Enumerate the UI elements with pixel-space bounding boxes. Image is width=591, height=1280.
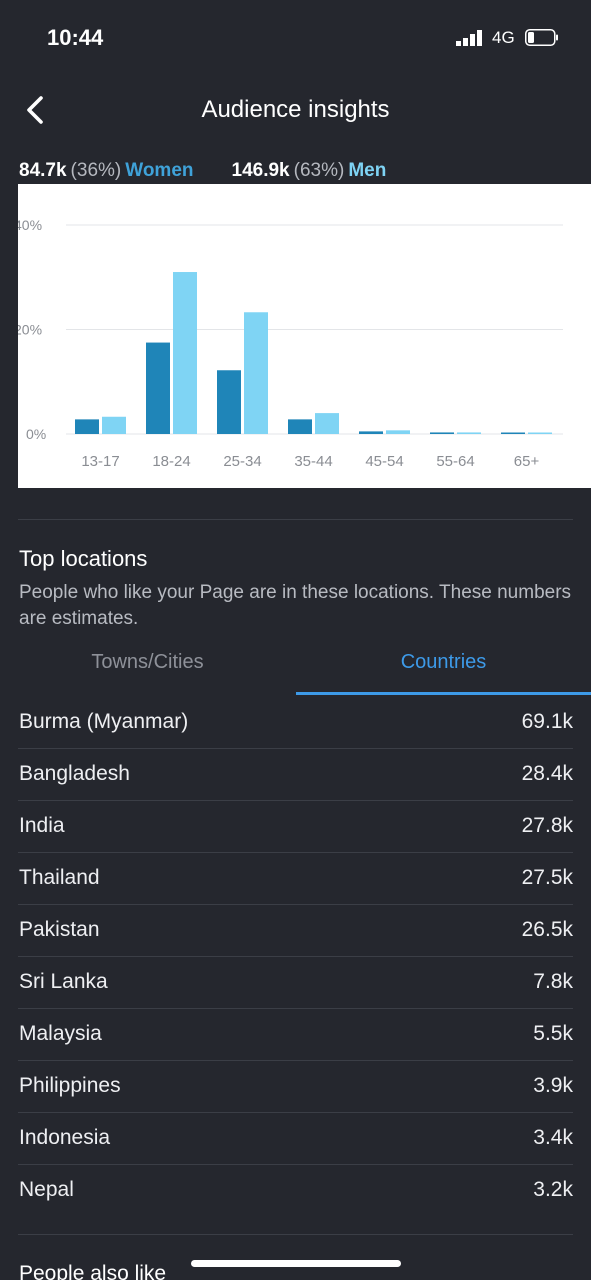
home-indicator[interactable] — [191, 1260, 401, 1267]
location-name: Nepal — [19, 1178, 74, 1201]
location-value: 3.2k — [533, 1178, 573, 1201]
bar-men-18-24 — [173, 272, 197, 434]
location-list: Burma (Myanmar) 69.1k Bangladesh 28.4k Ind… — [18, 697, 573, 1235]
y-tick-label: 20% — [18, 322, 42, 338]
location-value: 3.9k — [533, 1074, 573, 1097]
tab-countries[interactable]: Countries — [296, 640, 591, 697]
bar-men-45-54 — [386, 430, 410, 434]
location-row: Malaysia 5.5k — [18, 1009, 573, 1061]
women-percent: (36%) — [70, 160, 122, 181]
location-name: Burma (Myanmar) — [19, 710, 189, 733]
location-row: India 27.8k — [18, 801, 573, 853]
page-title: Audience insights — [201, 96, 390, 123]
location-tabs: Towns/Cities Countries — [0, 640, 591, 697]
x-tick-label: 45-54 — [365, 453, 403, 470]
bar-women-18-24 — [146, 342, 170, 434]
location-value: 28.4k — [521, 762, 573, 785]
people-also-like-title: People also like — [19, 1262, 167, 1280]
location-name: Pakistan — [19, 918, 100, 941]
location-value: 26.5k — [521, 918, 573, 941]
location-value: 27.8k — [521, 814, 573, 837]
signal-icon — [456, 30, 482, 46]
location-name: India — [19, 814, 65, 837]
location-row: Pakistan 26.5k — [18, 905, 573, 957]
location-value: 5.5k — [533, 1022, 573, 1045]
x-tick-label: 18-24 — [152, 453, 190, 470]
gender-summary: 84.7k (36%) Women 146.9k (63%) Men — [19, 160, 390, 184]
network-type: 4G — [492, 28, 515, 47]
x-tick-label: 65+ — [514, 453, 540, 470]
status-bar: 10:44 4G — [0, 0, 591, 76]
location-value: 69.1k — [521, 710, 573, 733]
location-name: Sri Lanka — [19, 970, 108, 993]
bar-men-55-64 — [457, 432, 481, 434]
section-divider — [18, 519, 573, 520]
bar-women-35-44 — [288, 419, 312, 434]
location-name: Bangladesh — [19, 762, 130, 785]
women-label: Women — [125, 160, 194, 181]
bar-men-13-17 — [102, 416, 126, 434]
location-value: 27.5k — [521, 866, 573, 889]
section-title: Top locations — [19, 546, 148, 571]
bar-women-45-54 — [359, 431, 383, 434]
location-row: Sri Lanka 7.8k — [18, 957, 573, 1009]
bar-men-65+ — [528, 432, 552, 434]
x-tick-label: 13-17 — [81, 453, 119, 470]
bar-women-65+ — [501, 432, 525, 434]
location-row: Bangladesh 28.4k — [18, 749, 573, 801]
men-label: Men — [348, 160, 387, 181]
x-tick-label: 25-34 — [223, 453, 261, 470]
location-value: 7.8k — [533, 970, 573, 993]
tab-towns-cities[interactable]: Towns/Cities — [0, 640, 295, 697]
bar-women-13-17 — [75, 419, 99, 434]
location-row: Philippines 3.9k — [18, 1061, 573, 1113]
bar-men-35-44 — [315, 413, 339, 434]
location-name: Philippines — [19, 1074, 121, 1097]
location-row: Indonesia 3.4k — [18, 1113, 573, 1165]
y-tick-label: 0% — [26, 426, 46, 442]
x-tick-label: 55-64 — [436, 453, 474, 470]
bar-men-25-34 — [244, 312, 268, 434]
men-percent: (63%) — [293, 160, 345, 181]
section-description: People who like your Page are in these l… — [19, 582, 572, 629]
location-name: Indonesia — [19, 1126, 111, 1149]
header: Audience insights — [0, 76, 591, 146]
chart-svg: 40% 20% 0% 13-17 18-24 25-34 35-44 45-54 55-64 65… — [18, 217, 563, 470]
location-name: Malaysia — [19, 1022, 102, 1045]
location-row: Nepal 3.2k — [18, 1165, 573, 1235]
battery-icon — [525, 29, 558, 46]
y-tick-label: 40% — [18, 217, 42, 233]
men-count: 146.9k — [231, 160, 290, 181]
location-value: 3.4k — [533, 1126, 573, 1149]
location-name: Thailand — [19, 866, 100, 889]
x-tick-label: 35-44 — [294, 453, 332, 470]
bar-women-55-64 — [430, 432, 454, 434]
age-gender-chart: 40% 20% 0% 13-17 18-24 25-34 35-44 45-54 55-64 65… — [18, 184, 591, 488]
status-time: 10:44 — [47, 25, 104, 50]
women-count: 84.7k — [19, 160, 67, 181]
location-row: Thailand 27.5k — [18, 853, 573, 905]
bar-women-25-34 — [217, 370, 241, 434]
location-row: Burma (Myanmar) 69.1k — [18, 697, 573, 749]
active-tab-indicator — [296, 692, 591, 695]
